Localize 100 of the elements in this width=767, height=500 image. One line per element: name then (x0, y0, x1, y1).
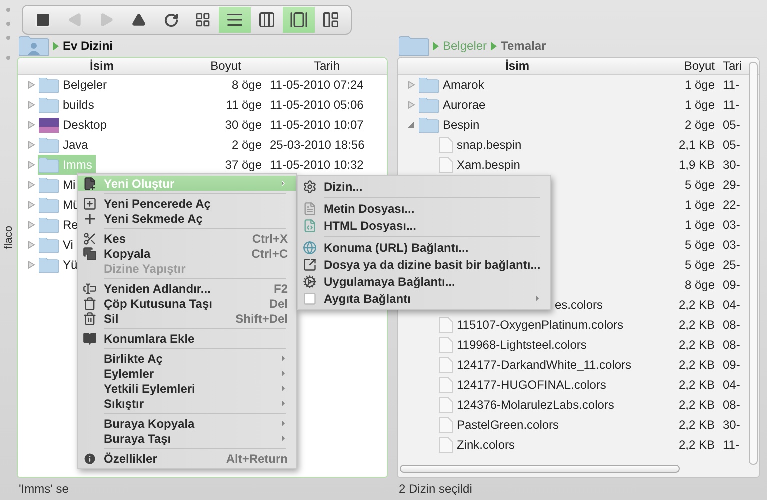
menu-item[interactable]: Çöp Kutusuna Taşı Del (78, 296, 296, 311)
size-cell-text: 5 öge (684, 238, 716, 252)
column-header[interactable]: Boyut (186, 58, 266, 74)
collapsed-arrow-icon[interactable] (28, 121, 34, 129)
menu-item[interactable]: Metin Dosyası... (298, 200, 550, 217)
menu-item[interactable]: Birlikte Aç (78, 351, 296, 366)
horizontal-scrollbar[interactable] (400, 465, 680, 473)
collapsed-arrow-icon[interactable] (28, 241, 34, 249)
size-cell-text: 2,2 KB (678, 418, 716, 432)
file-name: Vi (63, 238, 74, 252)
menu-label: Uygulamaya Bağlantı... (324, 274, 456, 288)
file-item[interactable]: 124177-HUGOFINAL.colors (438, 375, 610, 395)
breadcrumb-item[interactable]: Ev Dizini (63, 39, 114, 53)
file-item[interactable]: es.colors (554, 295, 608, 315)
menu-item[interactable]: Aygıta Bağlantı (298, 290, 550, 307)
collapsed-arrow-icon[interactable] (408, 81, 414, 89)
menu-item[interactable]: Eylemler (78, 366, 296, 381)
column-header[interactable]: İsim (18, 58, 186, 74)
globe-icon (303, 240, 317, 254)
menu-item[interactable]: HTML Dosyası... (298, 217, 550, 234)
file-item[interactable]: PastelGreen.colors (438, 415, 564, 435)
file-item[interactable]: Desktop (38, 115, 112, 135)
collapsed-arrow-icon[interactable] (28, 221, 34, 229)
folder-icon (39, 238, 59, 252)
menu-label: Yeniden Adlandır... (104, 282, 212, 296)
file-item[interactable]: 119968-Lightsteel.colors (438, 335, 591, 355)
collapsed-arrow-icon[interactable] (28, 161, 34, 169)
column-header[interactable]: Tarih (266, 58, 387, 74)
collapsed-arrow-icon[interactable] (28, 201, 34, 209)
image-icon (39, 118, 59, 132)
shortcut-text: Shift+Del (236, 312, 288, 326)
file-item[interactable]: Java (38, 135, 92, 155)
date-cell-text: 30- (722, 158, 742, 172)
file-item[interactable]: Amarok (418, 75, 488, 95)
file-item[interactable]: Mi (38, 175, 80, 195)
menu-item[interactable]: Konuma (URL) Bağlantı... (298, 239, 550, 256)
file-name: PastelGreen.colors (457, 418, 560, 432)
menu-item[interactable]: Uygulamaya Bağlantı... (298, 273, 550, 290)
size-cell-text: 2,2 KB (678, 398, 716, 412)
size-cell-text: 2,2 KB (678, 438, 716, 452)
expanded-arrow-icon[interactable] (408, 121, 414, 129)
date-cell-text: 25- (722, 258, 742, 272)
menu-item[interactable]: Özellikler Alt+Return (78, 451, 296, 466)
file-name: 124376-MolarulezLabs.colors (457, 398, 614, 412)
side-panel-label[interactable]: flaco (2, 226, 14, 250)
menu-item[interactable]: Yetkili Eylemleri (78, 381, 296, 396)
menu-item[interactable]: Yeniden Adlandır... F2 (78, 281, 296, 296)
file-item[interactable]: Bespin (418, 115, 484, 135)
menu-item[interactable]: Sil Shift+Del (78, 311, 296, 326)
toolbar-button[interactable] (283, 7, 315, 33)
date-cell-text: 08- (722, 398, 742, 412)
plus-icon (84, 212, 96, 224)
home-folder-icon (19, 36, 49, 56)
menu-item[interactable]: Dosya ya da dizine basit bir bağlantı... (298, 256, 550, 273)
menu-item[interactable]: Konumlara Ekle (78, 331, 296, 346)
size-cell-text: 2,1 KB (678, 138, 716, 152)
file-item[interactable]: Aurorae (418, 95, 490, 115)
file-name: Zink.colors (457, 438, 516, 452)
rename-icon (83, 282, 97, 296)
column-header[interactable]: İsim (398, 58, 637, 74)
file-item[interactable]: 124177-DarkandWhite_11.colors (438, 355, 636, 375)
menu-item[interactable]: Dizin... (298, 178, 550, 195)
collapsed-arrow-icon[interactable] (28, 181, 34, 189)
collapsed-arrow-icon[interactable] (28, 261, 34, 269)
shortcut-text: Del (269, 296, 288, 310)
menu-item[interactable]: Sıkıştır (78, 396, 296, 411)
file-item[interactable]: snap.bespin (438, 135, 526, 155)
menu-item[interactable]: Buraya Taşı (78, 431, 296, 446)
breadcrumb-item[interactable]: Temalar (501, 39, 546, 53)
menu-item[interactable]: Buraya Kopyala (78, 416, 296, 431)
breadcrumb-arrow-icon (491, 42, 498, 50)
list-icon (226, 11, 244, 29)
file-name: Belgeler (63, 78, 108, 92)
shortcut-text: Ctrl+C (252, 246, 288, 260)
collapsed-arrow-icon[interactable] (408, 101, 414, 109)
menu-label: Dizin... (324, 180, 364, 194)
size-cell-text: 5 öge (684, 178, 716, 192)
collapsed-arrow-icon[interactable] (28, 141, 34, 149)
file-item[interactable]: Vi (38, 235, 78, 255)
file-item[interactable]: builds (38, 95, 98, 115)
file-name: 115107-OxygenPlatinum.colors (457, 318, 624, 332)
menu-item[interactable]: Yeni Pencerede Aç (78, 196, 296, 211)
file-icon (439, 157, 453, 173)
file-item[interactable]: Zink.colors (438, 435, 520, 455)
vertical-scrollbar[interactable] (749, 62, 758, 465)
file-item[interactable]: Xam.bespin (438, 155, 524, 175)
file-name: Bespin (443, 118, 480, 132)
new-file-icon (83, 176, 97, 190)
file-item[interactable]: 115107-OxygenPlatinum.colors (438, 315, 628, 335)
file-item[interactable]: Belgeler (38, 75, 112, 95)
file-item[interactable]: 124376-MolarulezLabs.colors (438, 395, 618, 415)
menu-label: Eylemler (104, 366, 156, 380)
folder-icon (39, 158, 59, 172)
collapsed-arrow-icon[interactable] (28, 101, 34, 109)
toolbar-button[interactable] (219, 7, 251, 33)
date-cell-text: 04- (722, 378, 742, 392)
collapsed-arrow-icon[interactable] (28, 81, 34, 89)
column-header[interactable]: Boyut (637, 58, 719, 74)
folder-icon (39, 258, 59, 272)
column-header[interactable]: Tari (719, 58, 759, 74)
